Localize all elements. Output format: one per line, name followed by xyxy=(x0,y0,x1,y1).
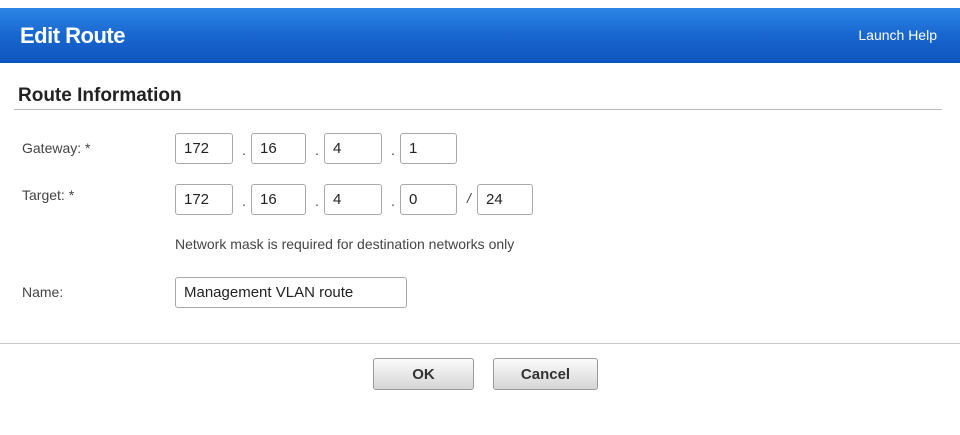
network-mask-hint: Network mask is required for destination… xyxy=(175,236,515,252)
gateway-octet-2[interactable] xyxy=(251,133,306,164)
target-label: Target: * xyxy=(22,187,75,203)
gateway-label: Gateway: * xyxy=(22,140,91,156)
dialog-header: Edit Route Launch Help xyxy=(0,8,960,63)
cancel-button[interactable]: Cancel xyxy=(493,358,598,390)
gateway-dot-3: . xyxy=(391,142,395,158)
target-octet-1[interactable] xyxy=(175,184,233,215)
footer-divider xyxy=(0,343,960,344)
ok-button[interactable]: OK xyxy=(373,358,474,390)
gateway-octet-3[interactable] xyxy=(324,133,382,164)
gateway-dot-1: . xyxy=(242,142,246,158)
target-dot-3: . xyxy=(391,193,395,209)
gateway-dot-2: . xyxy=(315,142,319,158)
target-dot-2: . xyxy=(315,193,319,209)
target-octet-4[interactable] xyxy=(400,184,457,215)
target-octet-2[interactable] xyxy=(251,184,306,215)
name-input[interactable] xyxy=(175,277,407,308)
gateway-octet-4[interactable] xyxy=(400,133,457,164)
section-divider xyxy=(14,109,942,110)
dialog-title: Edit Route xyxy=(20,23,126,48)
name-label: Name: xyxy=(22,284,64,300)
prefix-slash: / xyxy=(467,190,471,206)
gateway-octet-1[interactable] xyxy=(175,133,233,164)
target-dot-1: . xyxy=(242,193,246,209)
launch-help-link[interactable]: Launch Help xyxy=(858,27,937,43)
section-title: Route Information xyxy=(18,85,182,106)
target-octet-3[interactable] xyxy=(324,184,382,215)
target-prefix-length[interactable] xyxy=(477,184,533,215)
